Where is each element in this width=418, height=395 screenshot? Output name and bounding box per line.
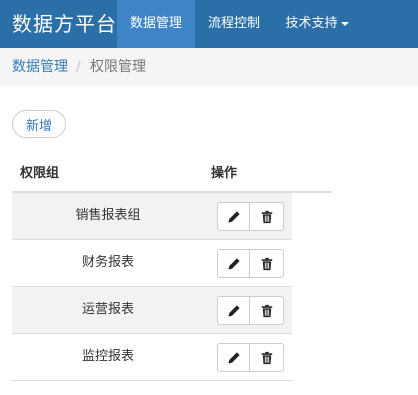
- breadcrumb-parent-link[interactable]: 数据管理: [12, 48, 68, 86]
- row-name: 监控报表: [81, 349, 134, 364]
- brand-title[interactable]: 数据方平台: [12, 0, 117, 48]
- table-row: 销售报表组: [12, 193, 292, 240]
- trash-icon: [261, 351, 272, 364]
- pencil-icon: [228, 210, 240, 222]
- row-action-group: [217, 202, 284, 231]
- row-name: 销售报表组: [75, 208, 141, 223]
- trash-icon: [261, 210, 272, 223]
- caret-down-icon: [340, 21, 349, 26]
- table-row: 财务报表: [12, 240, 292, 287]
- pencil-icon: [228, 257, 240, 269]
- row-action-group: [217, 249, 284, 278]
- row-name: 运营报表: [81, 302, 134, 317]
- table-row: 运营报表: [12, 287, 292, 334]
- pencil-icon: [228, 304, 240, 316]
- nav-item-data-management[interactable]: 数据管理: [117, 0, 195, 48]
- delete-button[interactable]: [250, 343, 284, 372]
- top-navbar: 数据方平台 数据管理 流程控制 技术支持: [0, 0, 418, 48]
- nav-item-process-control[interactable]: 流程控制: [195, 0, 273, 48]
- edit-button[interactable]: [217, 343, 250, 372]
- edit-button[interactable]: [217, 202, 250, 231]
- delete-button[interactable]: [250, 249, 284, 278]
- edit-button[interactable]: [217, 296, 250, 325]
- breadcrumb-current: 权限管理: [90, 59, 146, 75]
- table-row: 监控报表: [12, 334, 292, 381]
- nav-item-tech-support-label: 技术支持: [285, 16, 338, 31]
- pencil-icon: [228, 351, 240, 363]
- trash-icon: [261, 304, 272, 317]
- row-action-group: [217, 343, 284, 372]
- trash-icon: [261, 257, 272, 270]
- add-button[interactable]: 新增: [12, 110, 66, 138]
- nav-item-tech-support[interactable]: 技术支持: [273, 0, 361, 48]
- row-action-group: [217, 296, 284, 325]
- column-header-actions: 操作: [211, 166, 238, 181]
- row-name: 财务报表: [81, 255, 134, 270]
- delete-button[interactable]: [250, 296, 284, 325]
- breadcrumb: 数据管理 / 权限管理: [0, 48, 418, 86]
- breadcrumb-separator: /: [76, 59, 81, 75]
- column-header-permission-group: 权限组: [20, 166, 60, 181]
- edit-button[interactable]: [217, 249, 250, 278]
- delete-button[interactable]: [250, 202, 284, 231]
